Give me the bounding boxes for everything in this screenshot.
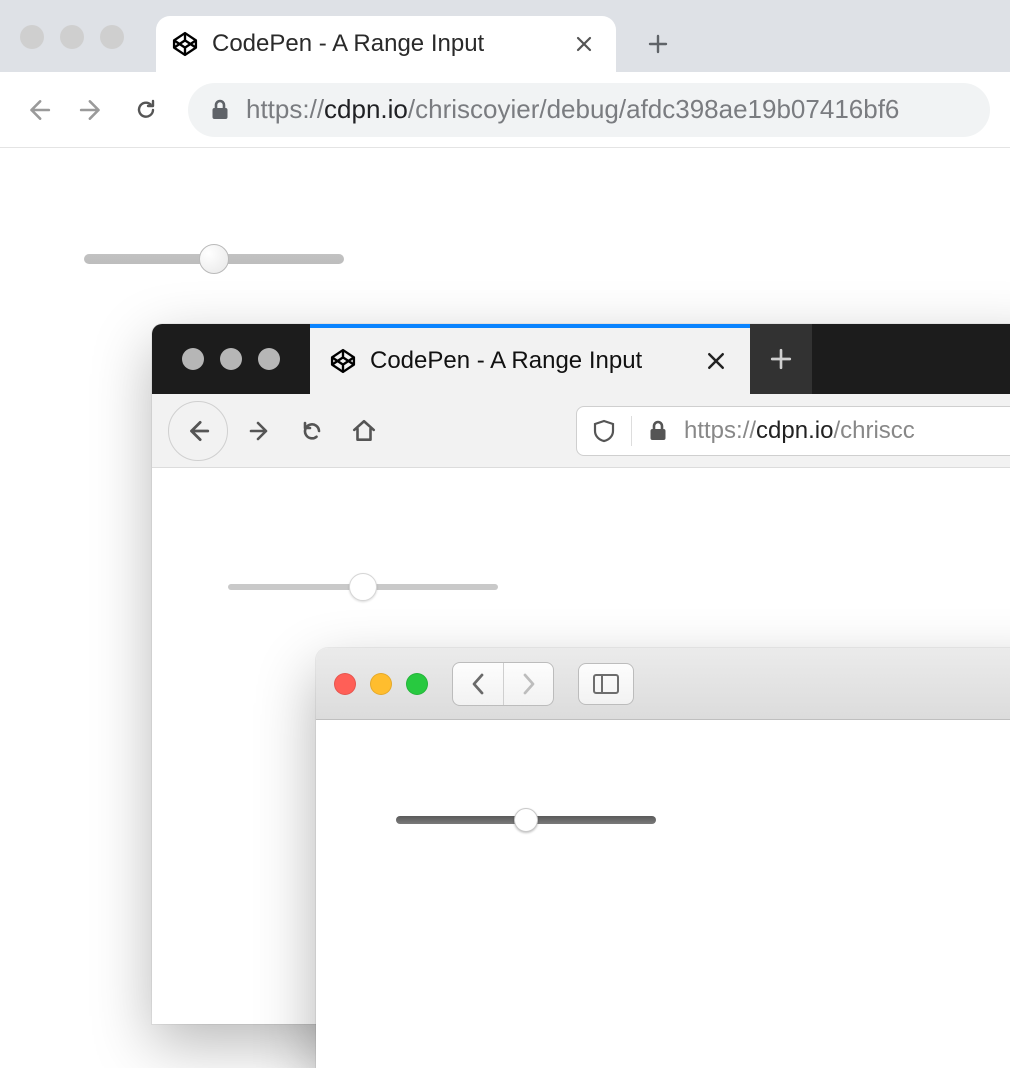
forward-button[interactable] (240, 411, 280, 451)
range-input[interactable] (396, 816, 656, 824)
close-dot[interactable] (182, 348, 204, 370)
browser-tab[interactable]: CodePen - A Range Input (156, 16, 616, 72)
tab-title: CodePen - A Range Input (370, 347, 642, 375)
close-icon (707, 352, 725, 370)
close-dot[interactable] (20, 25, 44, 49)
sidebar-button[interactable] (578, 663, 634, 705)
arrow-left-icon (185, 418, 211, 444)
back-button[interactable] (453, 663, 503, 705)
window-controls[interactable] (152, 324, 310, 394)
url-text: https://cdpn.io/chriscoyier/debug/afdc39… (246, 94, 899, 125)
window-controls[interactable] (20, 25, 124, 49)
nav-segment (452, 662, 554, 706)
safari-window (316, 648, 1010, 1068)
safari-toolbar (316, 648, 1010, 720)
chevron-left-icon (470, 672, 486, 696)
firefox-tab-strip: CodePen - A Range Input (152, 324, 1010, 394)
shield-icon (593, 419, 615, 443)
minimize-dot[interactable] (60, 25, 84, 49)
zoom-dot[interactable] (258, 348, 280, 370)
codepen-icon (172, 31, 198, 57)
firefox-toolbar: https://cdpn.io/chriscc (152, 394, 1010, 468)
range-input[interactable] (84, 254, 344, 264)
range-thumb[interactable] (349, 573, 377, 601)
minimize-dot[interactable] (370, 673, 392, 695)
sidebar-icon (593, 674, 619, 694)
reload-button[interactable] (128, 92, 164, 128)
close-dot[interactable] (334, 673, 356, 695)
range-thumb[interactable] (199, 244, 229, 274)
new-tab-button[interactable] (634, 20, 682, 68)
address-bar[interactable]: https://cdpn.io/chriscc (576, 406, 1010, 456)
range-thumb[interactable] (514, 808, 538, 832)
window-controls[interactable] (334, 673, 428, 695)
back-button[interactable] (20, 92, 56, 128)
arrow-right-icon (248, 419, 272, 443)
forward-button[interactable] (503, 663, 553, 705)
back-button[interactable] (168, 401, 228, 461)
chrome-toolbar: https://cdpn.io/chriscoyier/debug/afdc39… (0, 72, 1010, 148)
codepen-icon (330, 348, 356, 374)
forward-button[interactable] (74, 92, 110, 128)
lock-icon (210, 99, 230, 121)
lock-icon (648, 420, 668, 442)
plus-icon (648, 34, 668, 54)
separator (631, 416, 632, 446)
minimize-dot[interactable] (220, 348, 242, 370)
tab-title: CodePen - A Range Input (212, 30, 484, 58)
reload-icon (300, 419, 324, 443)
chevron-right-icon (521, 672, 537, 696)
browser-tab[interactable]: CodePen - A Range Input (310, 324, 750, 394)
reload-icon (134, 98, 158, 122)
url-text: https://cdpn.io/chriscc (684, 417, 915, 445)
arrow-right-icon (79, 97, 105, 123)
new-tab-button[interactable] (750, 324, 812, 394)
tab-close-button[interactable] (702, 347, 730, 375)
address-bar[interactable]: https://cdpn.io/chriscoyier/debug/afdc39… (188, 83, 990, 137)
home-icon (351, 418, 377, 444)
arrow-left-icon (25, 97, 51, 123)
home-button[interactable] (344, 411, 384, 451)
tab-close-button[interactable] (570, 30, 598, 58)
nav-buttons (20, 92, 164, 128)
zoom-dot[interactable] (100, 25, 124, 49)
zoom-dot[interactable] (406, 673, 428, 695)
chrome-tab-strip: CodePen - A Range Input (0, 0, 1010, 72)
close-icon (576, 36, 592, 52)
range-input[interactable] (228, 584, 498, 590)
page-content (316, 720, 1010, 1068)
reload-button[interactable] (292, 411, 332, 451)
plus-icon (770, 348, 792, 370)
